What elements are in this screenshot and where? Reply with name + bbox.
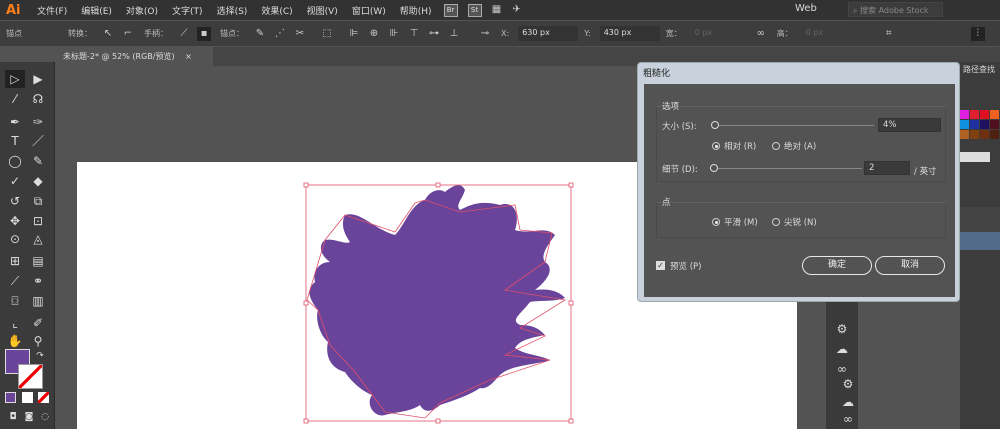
preview-label[interactable]: 预览 (P) [670,260,701,272]
swatch[interactable] [970,110,979,119]
absolute-label[interactable]: 绝对 (A) [784,140,816,152]
size-label: 大小 (S): [662,122,697,132]
panel-row-selected[interactable] [960,232,1000,250]
dialog-title: 粗糙化 [643,69,671,79]
smooth-label[interactable]: 平滑 (M) [724,216,758,228]
roughen-dialog: 粗糙化 选项 大小 (S): 4% 相对 (R) 绝对 (A) 细节 (D): … [637,62,960,302]
swatch[interactable] [990,110,999,119]
swatch[interactable] [980,110,989,119]
options-label: 选项 [662,102,680,112]
collapsed-panel-dock: ⚙ ☁ ∞ ⚙ ☁ ∞ [826,300,858,429]
settings-icon[interactable]: ⚙ [832,320,852,338]
relative-radio[interactable] [712,142,720,150]
size-field[interactable]: 4% [878,118,941,132]
swatch[interactable] [970,120,979,129]
settings-icon-2[interactable]: ⚙ [838,375,858,393]
size-slider-track[interactable] [716,125,874,126]
pathfinder-panel-title[interactable]: 路径查找 [963,64,995,75]
swatch[interactable] [960,120,969,129]
creative-cloud-icon[interactable]: ☁ [832,340,852,358]
detail-slider-knob[interactable] [710,164,718,172]
size-slider-knob[interactable] [710,121,719,129]
swatch[interactable] [960,130,969,139]
swatch[interactable] [990,120,999,129]
dialog-body: 选项 大小 (S): 4% 相对 (R) 绝对 (A) 细节 (D): 2 / … [644,84,955,297]
detail-field[interactable]: 2 [864,161,910,175]
points-label: 点 [662,198,671,208]
cancel-button[interactable]: 取消 [875,256,945,275]
ok-button[interactable]: 确定 [802,256,872,275]
panel-row[interactable] [960,207,1000,232]
corner-label[interactable]: 尖锐 (N) [784,216,817,228]
relative-label[interactable]: 相对 (R) [724,140,756,152]
swatch[interactable] [990,130,999,139]
absolute-radio[interactable] [772,142,780,150]
corner-radio[interactable] [772,218,780,226]
smooth-radio[interactable] [712,218,720,226]
preview-checkbox[interactable]: ✓ [656,261,665,270]
swatch[interactable] [960,110,969,119]
swatch[interactable] [980,130,989,139]
roughened-blob-shape [309,185,565,416]
swatch-grays[interactable] [960,152,990,162]
right-panel: 路径查找 [960,62,1000,429]
swatch[interactable] [970,130,979,139]
swatch[interactable] [980,120,989,129]
detail-label: 细节 (D): [662,165,698,175]
detail-unit: / 英寸 [914,167,937,177]
detail-slider-track[interactable] [716,168,862,169]
links-icon-2[interactable]: ∞ [838,410,858,428]
creative-cloud-icon-2[interactable]: ☁ [838,393,858,411]
